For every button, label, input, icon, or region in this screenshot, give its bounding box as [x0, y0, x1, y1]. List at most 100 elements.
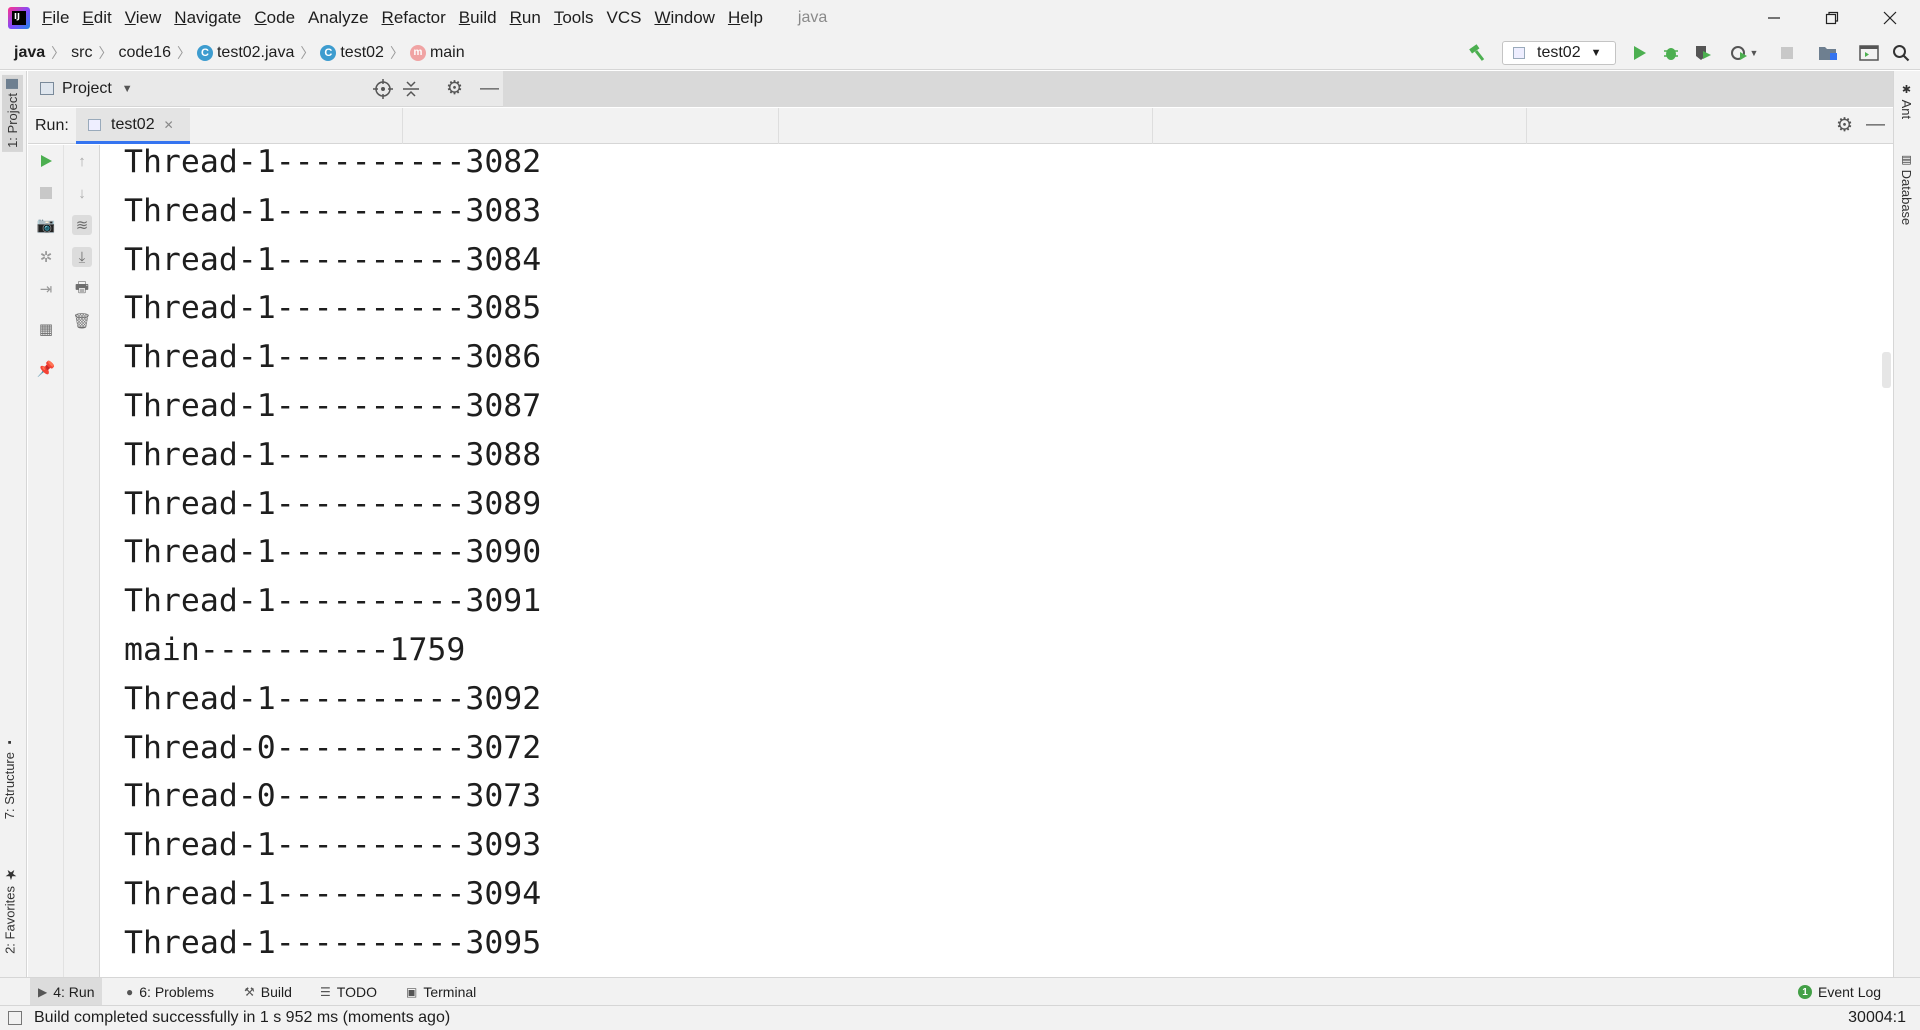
gear-icon[interactable]: ⚙ [446, 77, 463, 100]
chevron-right-icon: 〉 [51, 44, 66, 61]
play-icon [1634, 46, 1646, 60]
print-button[interactable]: 🖶 [72, 279, 92, 299]
scroll-to-end-button[interactable]: ⤓ [72, 247, 92, 267]
warning-icon: ● [126, 985, 134, 999]
menu-tools[interactable]: Tools [554, 8, 594, 28]
menu-label-rest: iew [135, 8, 162, 27]
bug-settings-icon: ✲ [39, 249, 53, 266]
project-panel-title[interactable]: Project [62, 80, 112, 98]
tab-build[interactable]: ⚒ Build [236, 978, 300, 1006]
tab-run[interactable]: ▶ 4: Run [30, 978, 103, 1006]
menu-label-rest: ode [266, 8, 296, 27]
console-line: Thread-1----------3092 [124, 680, 542, 717]
debug-button[interactable] [1660, 42, 1682, 64]
divider [1526, 108, 1527, 144]
terminal-icon: ▣ [406, 985, 418, 999]
database-tool-tab[interactable]: ▤ Database [1899, 153, 1914, 225]
tab-problems[interactable]: ● 6: Problems [118, 978, 222, 1006]
run-configuration-select[interactable]: test02 ▼ [1502, 41, 1616, 65]
breadcrumb-method[interactable]: m main [409, 44, 465, 62]
menu-mnemonic: N [174, 8, 187, 27]
intellij-logo-icon: IJ [8, 7, 30, 29]
tab-todo[interactable]: ☰ TODO [312, 978, 385, 1006]
terminal-window-button[interactable] [1858, 42, 1880, 64]
status-window-icon[interactable] [8, 1011, 22, 1025]
chevron-right-icon: 〉 [98, 44, 113, 61]
up-stack-button[interactable]: ↑ [72, 151, 92, 171]
menu-run[interactable]: Run [510, 8, 541, 28]
tool-window-tabs: ▶ 4: Run ● 6: Problems ⚒ Build ☰ TODO ▣ … [0, 977, 1920, 1006]
caret-position[interactable]: 30004:1 [1848, 1009, 1906, 1027]
breadcrumb-class[interactable]: Ctest02 [320, 44, 384, 62]
tab-event-log[interactable]: 1 Event Log [1790, 978, 1889, 1006]
project-tool-tab[interactable]: 1: Project [2, 75, 23, 152]
menu-view[interactable]: View [125, 8, 162, 28]
profile-button[interactable]: ▼ [1726, 42, 1762, 64]
breadcrumb-src[interactable]: src [71, 44, 92, 62]
pin-tab-button[interactable]: 📌 [36, 359, 56, 379]
breadcrumb-file[interactable]: Ctest02.java [196, 44, 294, 62]
navigation-bar: java 〉 src 〉 code16 〉 Ctest02.java 〉 Cte… [0, 36, 1920, 70]
minimize-window-button[interactable] [1745, 0, 1803, 36]
restore-settings-button[interactable]: ✲ [36, 247, 56, 267]
hide-panel-icon[interactable]: — [1866, 114, 1885, 136]
stop-button[interactable] [1776, 42, 1798, 64]
run-with-coverage-button[interactable] [1692, 42, 1714, 64]
menu-refactor[interactable]: Refactor [382, 8, 446, 28]
breadcrumb-package[interactable]: code16 [118, 44, 171, 62]
project-panel-header: Project ▼ ⚙ — [28, 71, 503, 107]
status-message[interactable]: Build completed successfully in 1 s 952 … [34, 1009, 450, 1027]
menu-items: File Edit View Navigate Code Analyze Refactor B… [42, 8, 776, 28]
menu-build[interactable]: Build [459, 8, 497, 28]
dropdown-arrow-icon: ▼ [1590, 47, 1602, 59]
window-icon [1859, 45, 1879, 61]
soft-wrap-button[interactable]: ≋ [72, 215, 92, 235]
search-everywhere-button[interactable] [1890, 42, 1912, 64]
breadcrumb-project[interactable]: java [14, 44, 45, 62]
close-icon [1883, 11, 1897, 25]
down-stack-button[interactable]: ↓ [72, 183, 92, 203]
menu-navigate[interactable]: Navigate [174, 8, 241, 28]
restore-window-button[interactable] [1803, 0, 1861, 36]
list-icon: ☰ [320, 985, 331, 999]
menu-vcs[interactable]: VCS [607, 8, 642, 28]
hide-panel-icon[interactable]: — [480, 78, 499, 100]
soft-wrap-icon: ≋ [75, 217, 89, 234]
ant-tool-tab[interactable]: ✱ Ant [1899, 83, 1914, 119]
locate-target-icon[interactable] [373, 79, 393, 104]
clear-all-button[interactable]: 🗑 [72, 311, 92, 331]
stop-button[interactable] [36, 183, 56, 203]
dropdown-arrow-icon[interactable]: ▼ [122, 83, 133, 95]
status-bar: Build completed successfully in 1 s 952 … [0, 1005, 1920, 1030]
gear-icon[interactable]: ⚙ [1836, 114, 1853, 137]
console-scrollbar[interactable] [1882, 352, 1891, 388]
editor-empty-area [503, 71, 1893, 107]
menu-edit[interactable]: Edit [82, 8, 111, 28]
menu-file[interactable]: File [42, 8, 69, 28]
menu-analyze[interactable]: Analyze [308, 8, 368, 28]
restore-icon [1825, 11, 1839, 25]
layout-button[interactable]: ▦ [36, 319, 56, 339]
search-icon [1893, 45, 1910, 62]
layout-icon: ▦ [38, 321, 54, 338]
run-button[interactable] [1628, 42, 1650, 64]
close-window-button[interactable] [1861, 0, 1919, 36]
console-line: Thread-1----------3093 [124, 827, 542, 864]
menu-label-rest: Analyze [308, 8, 369, 27]
favorites-tool-tab[interactable]: 2: Favorites ★ [2, 866, 18, 954]
exit-button[interactable]: ⇥ [36, 279, 56, 299]
console-output[interactable]: Thread-1----------3082 Thread-1----------… [101, 145, 1893, 977]
tab-terminal-label: Terminal [423, 984, 477, 1000]
build-project-button[interactable] [1466, 42, 1488, 64]
menu-code[interactable]: Code [254, 8, 295, 28]
project-structure-button[interactable] [1817, 42, 1839, 64]
rerun-button[interactable] [36, 151, 56, 171]
collapse-all-icon[interactable] [401, 79, 421, 104]
run-tab-test02[interactable]: test02 ✕ [76, 108, 190, 144]
menu-window[interactable]: Window [654, 8, 714, 28]
dump-threads-button[interactable]: 📷 [36, 215, 56, 235]
menu-help[interactable]: Help [728, 8, 763, 28]
structure-tool-tab[interactable]: 7: Structure ▪ [2, 736, 17, 819]
close-tab-icon[interactable]: ✕ [164, 118, 174, 132]
tab-terminal[interactable]: ▣ Terminal [398, 978, 484, 1006]
